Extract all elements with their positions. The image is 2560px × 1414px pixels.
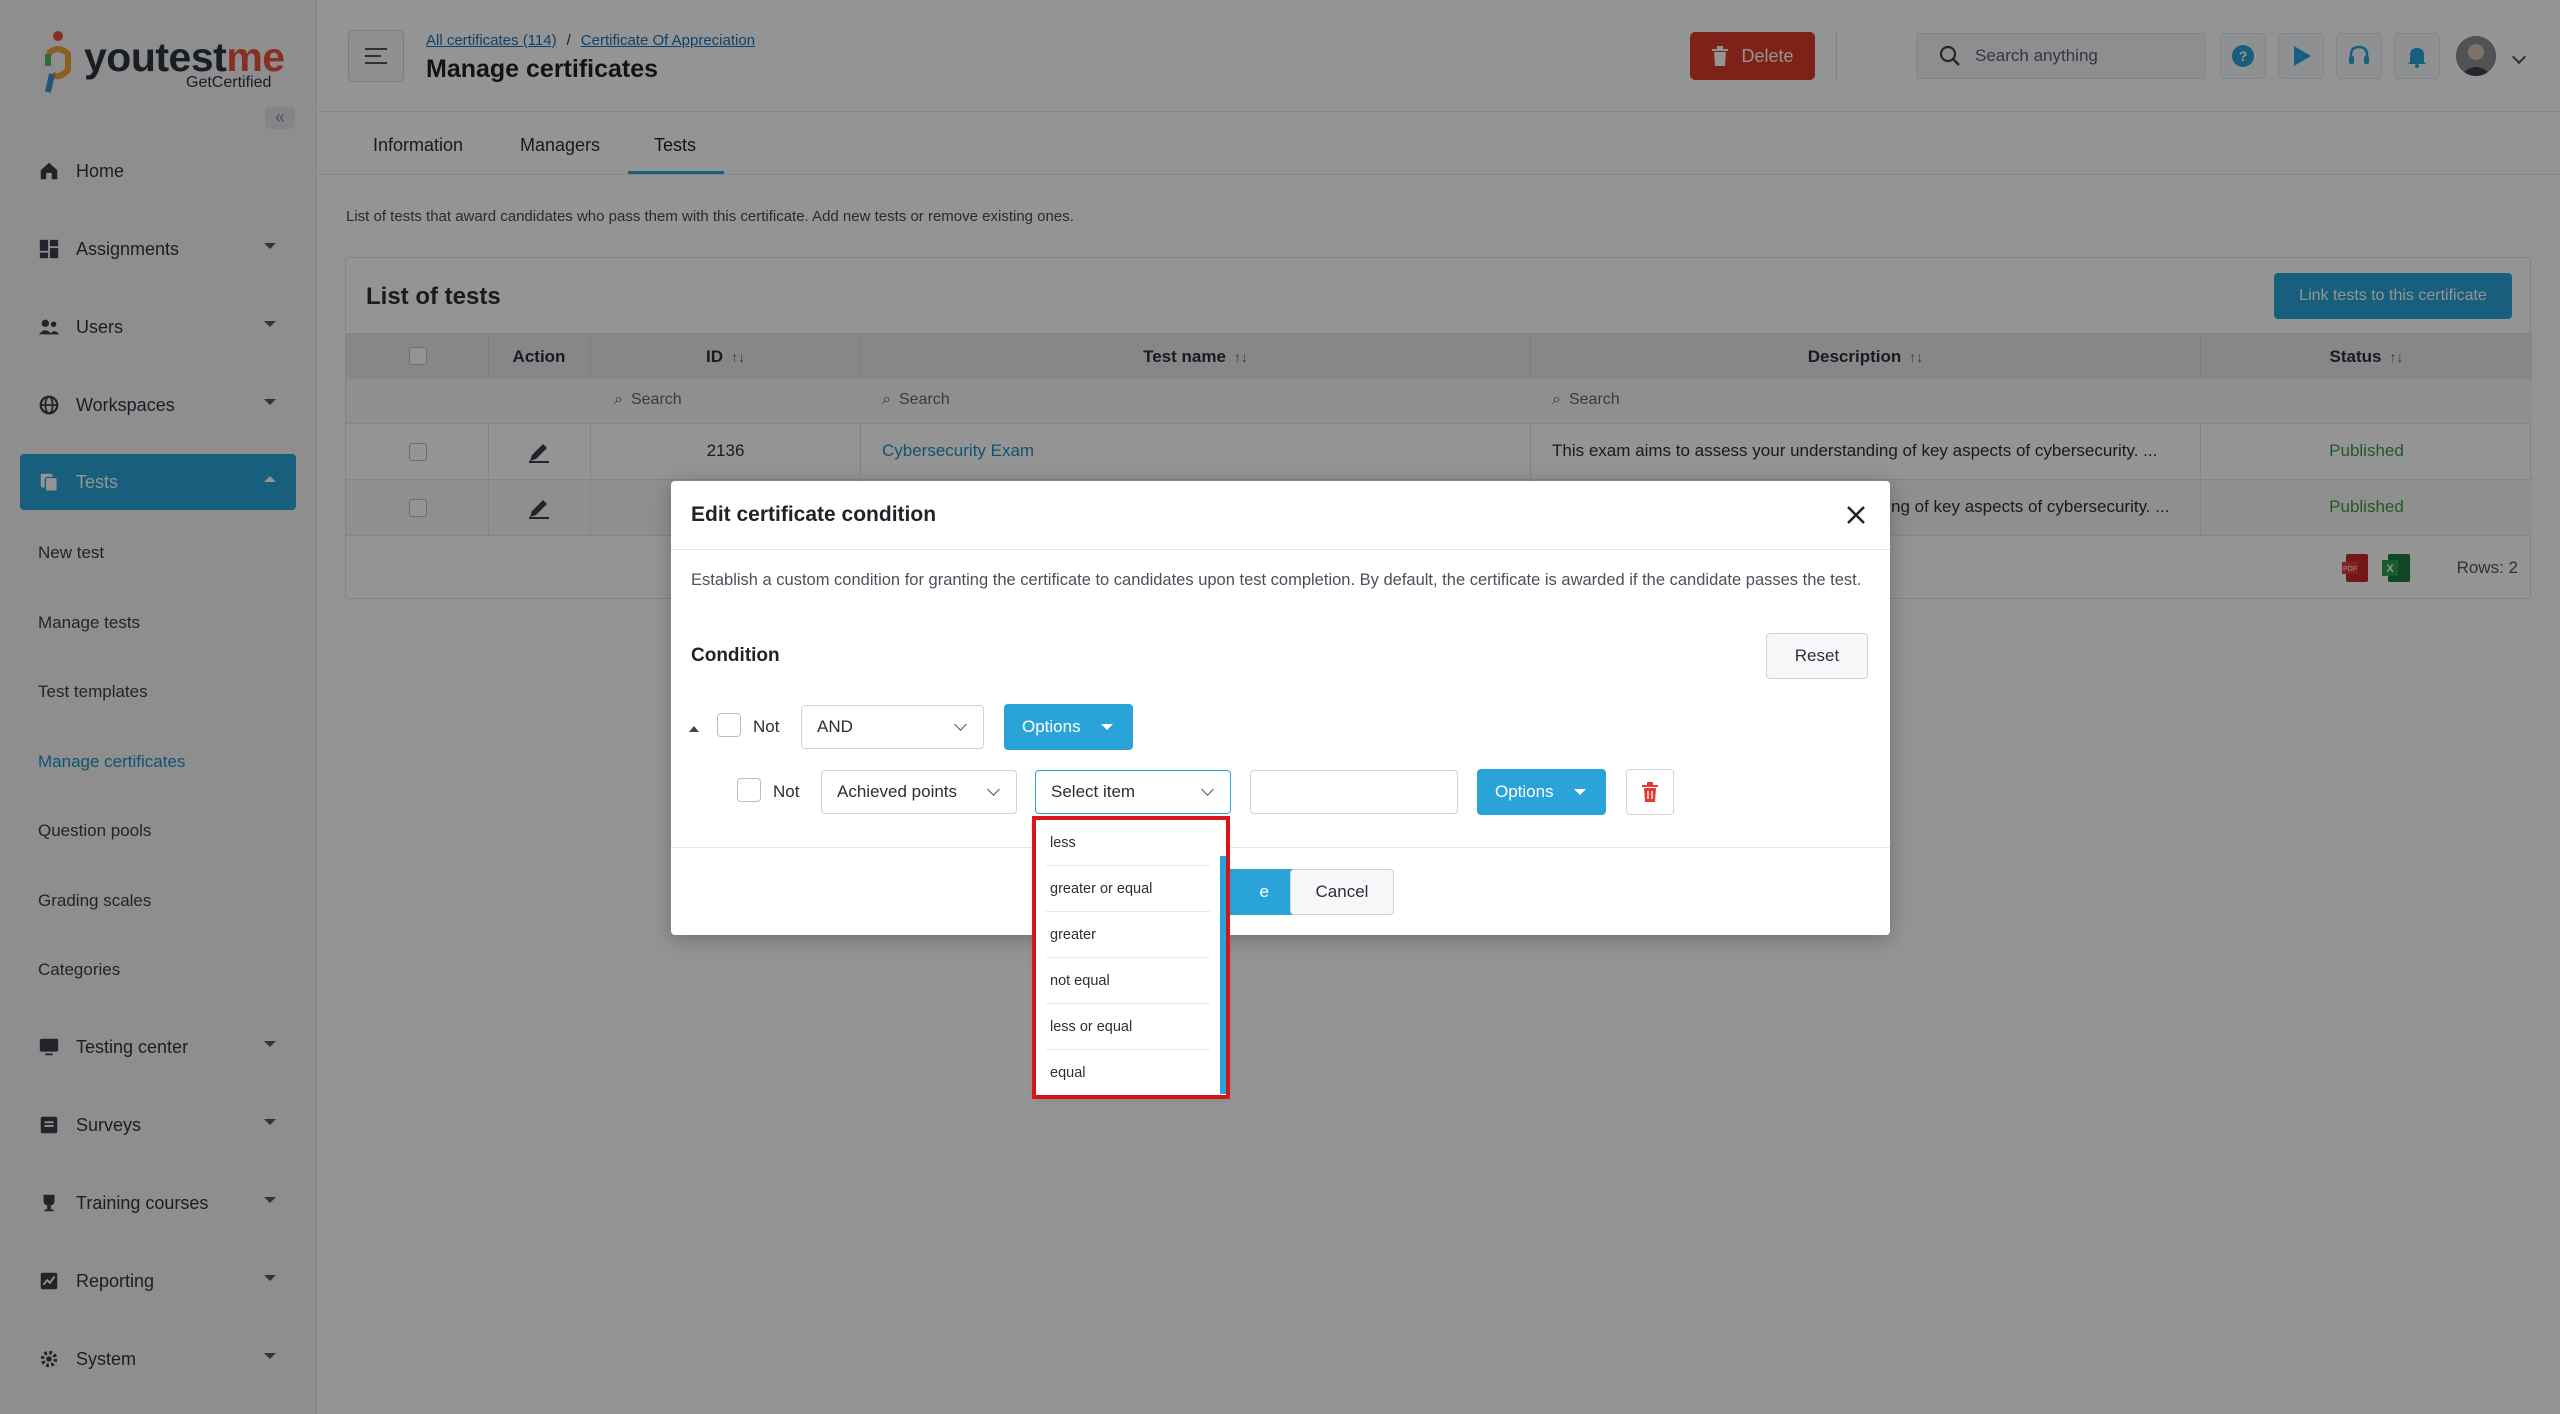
modal-description: Establish a custom condition for grantin…: [691, 571, 1862, 589]
modal-title: Edit certificate condition: [691, 503, 937, 526]
reset-button[interactable]: Reset: [1766, 633, 1868, 679]
group-not-checkbox[interactable]: [717, 713, 741, 737]
chevron-down-icon: [1201, 783, 1214, 796]
operator-dropdown-menu: less greater or equal greater not equal …: [1032, 816, 1230, 1099]
group-not-label: Not: [753, 717, 780, 736]
rule-not-checkbox[interactable]: [737, 778, 761, 802]
rule-field-select[interactable]: Achieved points: [821, 770, 1017, 814]
caret-down-icon: [1574, 789, 1586, 795]
dropdown-option-greater[interactable]: greater: [1046, 912, 1210, 958]
caret-down-icon: [1101, 724, 1113, 730]
rule-value-input[interactable]: [1250, 770, 1458, 814]
rule-not-label: Not: [773, 782, 800, 801]
dropdown-scrollbar[interactable]: [1220, 856, 1226, 1094]
dropdown-option-greater-or-equal[interactable]: greater or equal: [1046, 866, 1210, 912]
modal-footer-divider: [671, 847, 1890, 848]
group-options-button[interactable]: Options: [1004, 704, 1133, 750]
collapse-group-icon[interactable]: [689, 726, 699, 732]
dropdown-option-less[interactable]: less: [1046, 820, 1210, 866]
group-operator-select[interactable]: AND: [801, 705, 984, 749]
condition-label: Condition: [691, 645, 780, 666]
edit-condition-modal: Edit certificate condition Establish a c…: [671, 481, 1890, 935]
modal-header: Edit certificate condition: [671, 481, 1890, 550]
dropdown-option-less-or-equal[interactable]: less or equal: [1046, 1004, 1210, 1050]
chevron-down-icon: [954, 718, 967, 731]
trash-icon: [1642, 782, 1658, 802]
dropdown-panel: less greater or equal greater not equal …: [1036, 820, 1226, 1095]
rule-operator-select[interactable]: Select item: [1035, 770, 1231, 814]
dropdown-option-not-equal[interactable]: not equal: [1046, 958, 1210, 1004]
delete-rule-button[interactable]: [1626, 769, 1674, 815]
cancel-button[interactable]: Cancel: [1290, 869, 1394, 915]
chevron-down-icon: [987, 783, 1000, 796]
close-icon[interactable]: [1842, 501, 1870, 529]
rule-options-button[interactable]: Options: [1477, 769, 1606, 815]
dropdown-option-equal[interactable]: equal: [1046, 1050, 1210, 1096]
